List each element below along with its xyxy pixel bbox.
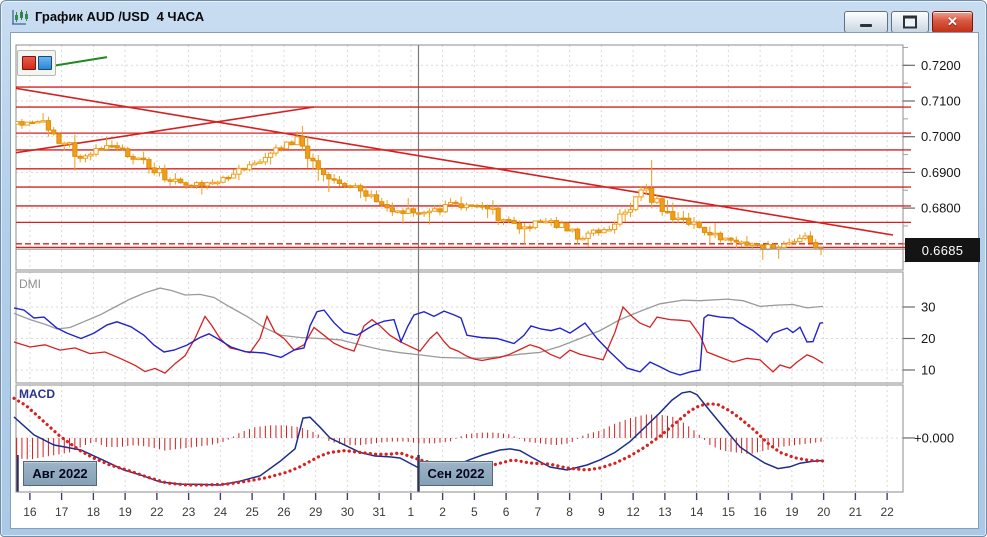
candlestick-chart-icon bbox=[11, 8, 29, 26]
month-label-august: Авг 2022 bbox=[23, 461, 97, 486]
minimize-icon bbox=[860, 24, 872, 27]
minimize-button[interactable] bbox=[844, 11, 888, 33]
current-price-badge: 0.6685 bbox=[905, 238, 980, 262]
screenshot-stage: График AUD /USD 4 ЧАСА ✕ 161718192223242… bbox=[0, 0, 987, 537]
chart-client-area[interactable] bbox=[10, 32, 979, 529]
maximize-button[interactable] bbox=[891, 11, 929, 33]
maximize-icon bbox=[903, 16, 917, 29]
buy-marker-button[interactable] bbox=[38, 56, 52, 70]
month-label-september: Сен 2022 bbox=[419, 461, 493, 486]
macd-indicator-label: MACD bbox=[19, 387, 55, 401]
marker-toolbar bbox=[17, 50, 56, 76]
titlebar[interactable]: График AUD /USD 4 ЧАСА ✕ bbox=[1, 1, 986, 32]
chart-window: График AUD /USD 4 ЧАСА ✕ bbox=[0, 0, 987, 537]
dmi-indicator-label: DMI bbox=[19, 277, 41, 291]
sell-marker-button[interactable] bbox=[22, 56, 36, 70]
close-button[interactable]: ✕ bbox=[932, 11, 973, 33]
close-icon: ✕ bbox=[933, 12, 972, 32]
window-controls: ✕ bbox=[844, 11, 973, 33]
window-title: График AUD /USD 4 ЧАСА bbox=[35, 9, 204, 24]
